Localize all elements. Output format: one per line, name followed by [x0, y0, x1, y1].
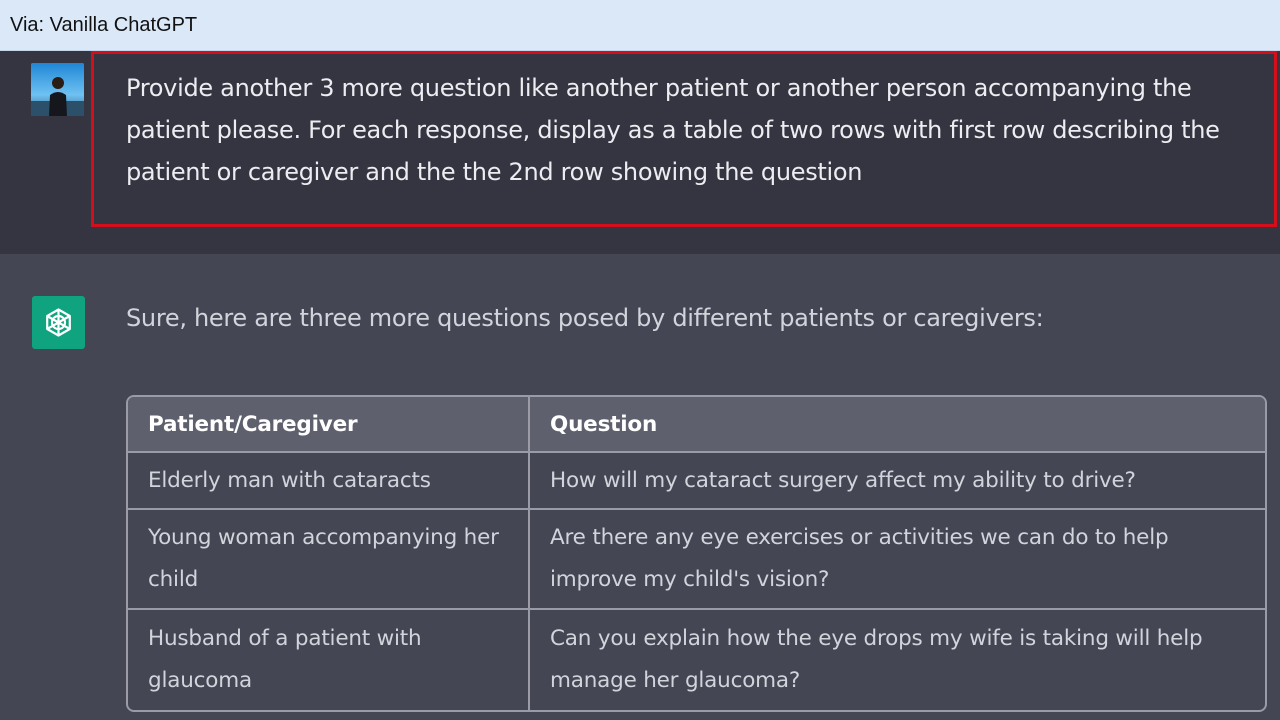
table-cell-patient: Husband of a patient with glaucoma	[128, 610, 530, 710]
table-row: Husband of a patient with glaucoma Can y…	[128, 610, 1265, 710]
table-header-row: Patient/Caregiver Question	[128, 397, 1265, 453]
table-cell-question: Are there any eye exercises or activitie…	[530, 510, 1265, 610]
table-row: Elderly man with cataracts How will my c…	[128, 453, 1265, 510]
caption-text: Via: Vanilla ChatGPT	[10, 14, 198, 36]
table-cell-question: Can you explain how the eye drops my wif…	[550, 626, 1203, 693]
assistant-intro-text: Sure, here are three more questions pose…	[126, 304, 1044, 332]
openai-logo-icon	[46, 308, 71, 337]
patient-question-table: Patient/Caregiver Question Elderly man w…	[126, 395, 1267, 712]
table-cell-patient: Elderly man with cataracts	[128, 453, 530, 510]
user-message: Provide another 3 more question like ano…	[0, 51, 1280, 254]
user-message-text: Provide another 3 more question like ano…	[126, 74, 1220, 186]
table-header-question: Question	[530, 397, 1265, 453]
table-header-patient-caregiver: Patient/Caregiver	[128, 397, 530, 453]
caption-banner: Via: Vanilla ChatGPT	[0, 0, 1280, 51]
table-cell-question: How will my cataract surgery affect my a…	[530, 453, 1265, 510]
user-photo-icon	[31, 63, 84, 116]
table-row: Young woman accompanying her child Are t…	[128, 510, 1265, 610]
user-avatar	[31, 63, 84, 116]
page: Via: Vanilla ChatGPT Provide another 3 m…	[0, 0, 1280, 720]
assistant-avatar	[32, 296, 85, 349]
table-cell-patient: Young woman accompanying her child	[128, 510, 530, 610]
assistant-message: Sure, here are three more questions pose…	[0, 254, 1280, 720]
